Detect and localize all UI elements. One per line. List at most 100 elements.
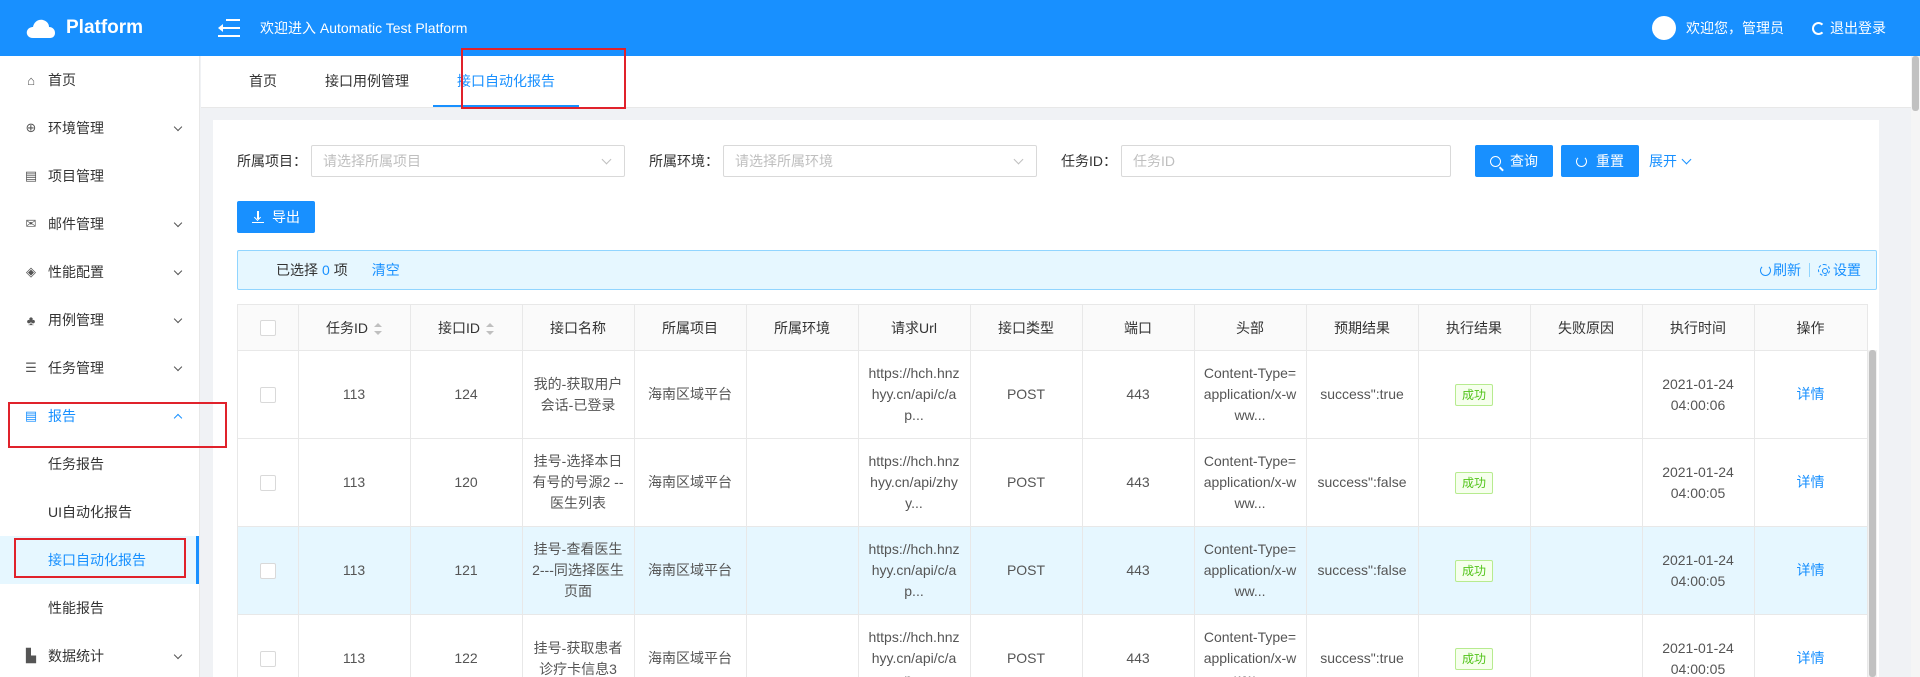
report-table-container: 任务ID 接口ID 接口名称 所属项目 所属环境 请求Url 接口类型 端口 头… xyxy=(237,304,1877,677)
project-icon: ▤ xyxy=(24,168,38,183)
sort-icon[interactable] xyxy=(374,322,382,335)
export-button[interactable]: 导出 xyxy=(237,201,315,233)
cell-execution-time: 2021-01-24 04:00:05 xyxy=(1642,526,1755,615)
tab-home[interactable]: 首页 xyxy=(225,55,301,107)
tab-api-automation-report[interactable]: 接口自动化报告 xyxy=(433,55,579,107)
table-row[interactable]: 113 124 我的-获取用户会话-已登录 海南区域平台 https://hch.hnz… xyxy=(238,350,1868,439)
cell-request-url-text: https://hch.hnzhyy.cn/api/c/ap... xyxy=(868,365,960,423)
cell-header: Content-Type=application/x-www... xyxy=(1194,526,1307,615)
chevron-down-icon xyxy=(173,314,183,323)
header-user-area: 欢迎您，管理员 退出登录 xyxy=(1652,16,1920,40)
cell-request-url: https://hch.hnzhyy.cn/api/zhyy... xyxy=(858,438,971,527)
execution-clock: 04:00:05 xyxy=(1670,660,1726,677)
row-checkbox[interactable] xyxy=(259,475,276,492)
clear-selection-link[interactable]: 清空 xyxy=(372,260,400,280)
sidebar-item-performance-config[interactable]: ◈ 性能配置 xyxy=(0,248,199,296)
detail-link[interactable]: 详情 xyxy=(1797,650,1825,666)
scrollbar-thumb[interactable] xyxy=(1869,350,1876,677)
cell-execution-time: 2021-01-24 04:00:05 xyxy=(1642,614,1755,677)
sidebar-subitem-api-report[interactable]: 接口自动化报告 xyxy=(0,536,199,584)
query-button-label: 查询 xyxy=(1510,153,1538,169)
sidebar-item-case[interactable]: ♣ 用例管理 xyxy=(0,296,199,344)
project-select[interactable]: 请选择所属项目 xyxy=(311,145,625,177)
chart-icon: ▙ xyxy=(26,648,36,663)
table-row[interactable]: 113 120 挂号-选择本日有号的号源2 --医生列表 海南区域平台 https://… xyxy=(238,438,1868,527)
cell-port-text: 443 xyxy=(1126,562,1150,578)
sidebar-subitem-performance-report[interactable]: 性能报告 xyxy=(0,584,199,632)
cell-api-name-text: 挂号-选择本日有号的号源2 --医生列表 xyxy=(532,453,624,511)
sidebar-item-project[interactable]: ▤ 项目管理 xyxy=(0,152,199,200)
sidebar-item-label: 接口自动化报告 xyxy=(48,552,146,568)
execution-clock: 04:00:06 xyxy=(1670,396,1726,413)
detail-link[interactable]: 详情 xyxy=(1797,386,1825,402)
sidebar-subitem-task-report[interactable]: 任务报告 xyxy=(0,440,199,488)
select-all-checkbox[interactable] xyxy=(259,320,276,337)
chevron-down-icon xyxy=(173,362,183,371)
cell-port-text: 443 xyxy=(1126,474,1150,490)
cell-environment xyxy=(746,526,859,615)
sidebar-item-statistics[interactable]: ▙ 数据统计 xyxy=(0,632,199,677)
scrollbar-thumb[interactable] xyxy=(1912,56,1919,111)
execution-date: 2021-01-24 xyxy=(1662,463,1734,480)
task-id-input[interactable] xyxy=(1121,145,1451,177)
cell-api-type: POST xyxy=(970,614,1083,677)
cell-execution-result: 成功 xyxy=(1418,614,1531,677)
table-body: 113 124 我的-获取用户会话-已登录 海南区域平台 https://hch.hnz… xyxy=(238,350,1868,677)
sidebar-item-mail[interactable]: ✉ 邮件管理 xyxy=(0,200,199,248)
refresh-label: 刷新 xyxy=(1773,262,1801,278)
cell-project-text: 海南区域平台 xyxy=(648,474,732,490)
chevron-down-icon xyxy=(173,122,183,131)
refresh-button[interactable]: 刷新 xyxy=(1760,260,1801,280)
row-checkbox[interactable] xyxy=(259,651,276,668)
environment-select[interactable]: 请选择所属环境 xyxy=(723,145,1037,177)
home-icon: ⌂ xyxy=(27,72,35,88)
settings-button[interactable]: 设置 xyxy=(1818,260,1861,280)
execution-date: 2021-01-24 xyxy=(1662,551,1734,568)
cell-environment xyxy=(746,614,859,677)
divider xyxy=(1809,263,1810,277)
sidebar-item-home[interactable]: ⌂ 首页 xyxy=(0,56,199,104)
cell-api-id-text: 124 xyxy=(454,386,478,402)
column-label: 任务ID xyxy=(326,319,368,336)
query-button[interactable]: 查询 xyxy=(1475,145,1553,177)
sidebar-item-report[interactable]: ▤ 报告 xyxy=(0,392,199,440)
cell-failure-reason xyxy=(1530,526,1643,615)
avatar[interactable] xyxy=(1652,16,1676,40)
sidebar-item-task[interactable]: ☰ 任务管理 xyxy=(0,344,199,392)
table-row[interactable]: 113 122 挂号-获取患者诊疗卡信息3 海南区域平台 https://hch.hnz… xyxy=(238,614,1868,677)
tab-api-case-management[interactable]: 接口用例管理 xyxy=(301,55,433,107)
detail-link[interactable]: 详情 xyxy=(1797,562,1825,578)
row-checkbox[interactable] xyxy=(259,387,276,404)
logout-button[interactable]: 退出登录 xyxy=(1812,18,1886,38)
cell-project: 海南区域平台 xyxy=(634,614,747,677)
cell-header-text: Content-Type=application/x-www... xyxy=(1203,541,1297,599)
execution-date: 2021-01-24 xyxy=(1662,639,1734,656)
logo[interactable]: Platform xyxy=(0,0,200,56)
selected-suffix: 项 xyxy=(333,262,348,278)
cell-project-text: 海南区域平台 xyxy=(648,562,732,578)
reset-button[interactable]: 重置 xyxy=(1561,145,1639,177)
sidebar-item-environment[interactable]: ⊕ 环境管理 xyxy=(0,104,199,152)
row-checkbox[interactable] xyxy=(259,563,276,580)
chevron-down-icon xyxy=(173,266,183,275)
page-scrollbar[interactable] xyxy=(1911,56,1920,677)
cell-execution-result: 成功 xyxy=(1418,526,1531,615)
cell-header-text: Content-Type=application/x-www... xyxy=(1203,629,1297,677)
column-header-execution-result: 执行结果 xyxy=(1418,304,1531,351)
chevron-down-icon xyxy=(1681,154,1692,164)
sort-icon[interactable] xyxy=(486,322,494,335)
table-scrollbar[interactable] xyxy=(1868,350,1877,677)
detail-link[interactable]: 详情 xyxy=(1797,474,1825,490)
column-header-api-id[interactable]: 接口ID xyxy=(410,304,523,351)
menu-fold-icon[interactable] xyxy=(218,19,240,37)
column-header-task-id[interactable]: 任务ID xyxy=(298,304,411,351)
cell-request-url-text: https://hch.hnzhyy.cn/api/c/ap... xyxy=(868,541,960,599)
sidebar-item-label: 任务报告 xyxy=(48,456,104,472)
mail-icon: ✉ xyxy=(25,216,37,231)
column-header-port: 端口 xyxy=(1082,304,1195,351)
expand-link[interactable]: 展开 xyxy=(1649,151,1692,171)
cell-port-text: 443 xyxy=(1126,386,1150,402)
table-row[interactable]: 113 121 挂号-查看医生2---同选择医生页面 海南区域平台 https://hc… xyxy=(238,526,1868,615)
cell-environment xyxy=(746,438,859,527)
sidebar-subitem-ui-report[interactable]: UI自动化报告 xyxy=(0,488,199,536)
